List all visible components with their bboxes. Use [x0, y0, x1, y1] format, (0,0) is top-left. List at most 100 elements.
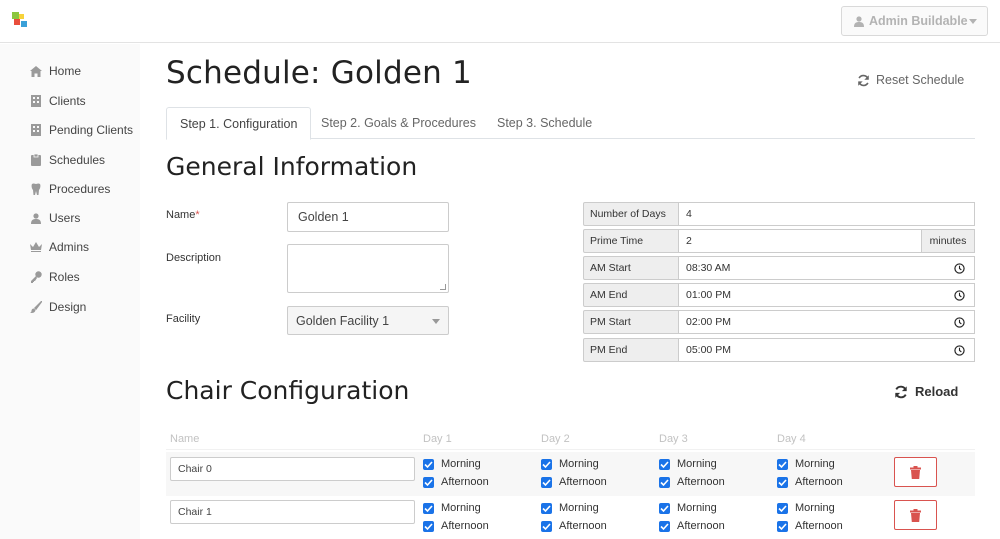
delete-chair-button[interactable] — [894, 457, 937, 487]
number-of-days-input[interactable]: 4 — [679, 202, 975, 226]
checkbox-checked-icon — [541, 502, 552, 514]
sidebar-item-schedules[interactable]: Schedules — [30, 150, 105, 170]
user-name: Admin Buildable — [869, 14, 968, 28]
am-end-input[interactable]: 01:00 PM — [679, 283, 975, 307]
page-title: Schedule: Golden 1 — [166, 55, 472, 91]
sidebar-item-roles[interactable]: Roles — [30, 267, 80, 287]
app-logo[interactable] — [12, 12, 28, 28]
name-label-text: Name — [166, 209, 196, 221]
home-icon — [30, 65, 42, 77]
crown-icon — [30, 241, 42, 253]
checkbox-checked-icon — [659, 502, 670, 514]
chair-name-value: Chair 0 — [178, 463, 212, 475]
chair-table: Name Day 1 Day 2 Day 3 Day 4 Chair 0 Mor… — [166, 427, 975, 539]
afternoon-label: Afternoon — [441, 476, 489, 488]
sidebar-item-label: Pending Clients — [49, 123, 134, 137]
resize-handle-icon[interactable] — [440, 284, 446, 290]
facility-select-value: Golden Facility 1 — [296, 313, 390, 328]
column-header-name: Name — [170, 432, 200, 445]
day-3-morning-checkbox[interactable]: Morning — [659, 502, 717, 514]
building-icon — [30, 95, 42, 107]
day-1-morning-checkbox[interactable]: Morning — [423, 458, 481, 470]
day-3-morning-checkbox[interactable]: Morning — [659, 458, 717, 470]
morning-label: Morning — [677, 502, 717, 514]
checkbox-checked-icon — [423, 502, 434, 514]
description-label: Description — [166, 252, 222, 264]
chair-name-input[interactable]: Chair 0 — [170, 457, 415, 481]
user-icon — [854, 15, 864, 27]
checkbox-checked-icon — [777, 476, 788, 488]
user-icon — [30, 212, 42, 224]
checkbox-checked-icon — [423, 458, 434, 470]
day-3-afternoon-checkbox[interactable]: Afternoon — [659, 476, 725, 488]
checkbox-checked-icon — [423, 476, 434, 488]
brush-icon — [30, 301, 42, 313]
tab-schedule[interactable]: Step 3. Schedule — [484, 107, 605, 139]
description-textarea[interactable] — [287, 244, 449, 293]
user-menu-button[interactable]: Admin Buildable — [841, 6, 988, 36]
facility-select[interactable]: Golden Facility 1 — [287, 306, 449, 335]
name-input[interactable]: Golden 1 — [287, 202, 449, 232]
sidebar-item-design[interactable]: Design — [30, 297, 86, 317]
facility-label: Facility — [166, 313, 201, 325]
day-1-morning-checkbox[interactable]: Morning — [423, 502, 481, 514]
reset-schedule-button[interactable]: Reset Schedule — [857, 73, 964, 87]
top-bar: Admin Buildable — [0, 0, 1000, 43]
sidebar-item-label: Home — [49, 64, 82, 78]
column-header-day-2: Day 2 — [541, 432, 570, 445]
name-label: Name* — [166, 209, 200, 221]
checkbox-checked-icon — [541, 520, 552, 532]
am-start-input[interactable]: 08:30 AM — [679, 256, 975, 280]
chair-name-input[interactable]: Chair 1 — [170, 500, 415, 524]
sidebar-item-procedures[interactable]: Procedures — [30, 179, 110, 199]
day-4-afternoon-checkbox[interactable]: Afternoon — [777, 520, 843, 532]
sidebar-item-home[interactable]: Home — [30, 61, 81, 81]
tooth-icon — [30, 183, 42, 195]
clock-icon[interactable] — [954, 290, 965, 301]
checkbox-checked-icon — [777, 520, 788, 532]
checkbox-checked-icon — [659, 476, 670, 488]
day-3-afternoon-checkbox[interactable]: Afternoon — [659, 520, 725, 532]
clock-icon[interactable] — [954, 263, 965, 274]
pm-start-input[interactable]: 02:00 PM — [679, 310, 975, 334]
clipboard-icon — [30, 154, 42, 166]
day-4-morning-checkbox[interactable]: Morning — [777, 458, 835, 470]
clock-icon[interactable] — [954, 345, 965, 356]
sidebar-item-clients[interactable]: Clients — [30, 91, 86, 111]
general-information-heading: General Information — [166, 152, 418, 181]
sidebar-item-pending-clients[interactable]: Pending Clients — [30, 120, 133, 140]
pm-end-input[interactable]: 05:00 PM — [679, 338, 975, 362]
day-4-afternoon-checkbox[interactable]: Afternoon — [777, 476, 843, 488]
clock-icon[interactable] — [954, 317, 965, 328]
chair-name-value: Chair 1 — [178, 506, 212, 518]
afternoon-label: Afternoon — [795, 476, 843, 488]
delete-chair-button[interactable] — [894, 500, 937, 530]
prime-time-input[interactable]: 2 — [679, 229, 922, 253]
tab-configuration[interactable]: Step 1. Configuration — [166, 107, 312, 140]
morning-label: Morning — [441, 502, 481, 514]
am-start-label: AM Start — [583, 256, 679, 280]
tab-goals-procedures[interactable]: Step 2. Goals & Procedures — [308, 107, 489, 139]
checkbox-checked-icon — [777, 502, 788, 514]
morning-label: Morning — [795, 458, 835, 470]
am-end-label: AM End — [583, 283, 679, 307]
day-1-afternoon-checkbox[interactable]: Afternoon — [423, 520, 489, 532]
sidebar-item-admins[interactable]: Admins — [30, 237, 89, 257]
day-2-afternoon-checkbox[interactable]: Afternoon — [541, 476, 607, 488]
morning-label: Morning — [559, 458, 599, 470]
trash-icon — [910, 508, 921, 522]
afternoon-label: Afternoon — [559, 476, 607, 488]
day-4-morning-checkbox[interactable]: Morning — [777, 502, 835, 514]
pm-end-value: 05:00 PM — [686, 344, 731, 356]
column-header-day-1: Day 1 — [423, 432, 452, 445]
sidebar-item-users[interactable]: Users — [30, 208, 80, 228]
tab-label: Step 3. Schedule — [497, 116, 593, 130]
number-of-days-label: Number of Days — [583, 202, 679, 226]
reload-button[interactable]: Reload — [894, 384, 958, 399]
day-1-afternoon-checkbox[interactable]: Afternoon — [423, 476, 489, 488]
day-2-morning-checkbox[interactable]: Morning — [541, 502, 599, 514]
day-2-morning-checkbox[interactable]: Morning — [541, 458, 599, 470]
checkbox-checked-icon — [659, 458, 670, 470]
day-2-afternoon-checkbox[interactable]: Afternoon — [541, 520, 607, 532]
pm-end-row: PM End 05:00 PM — [583, 338, 975, 362]
